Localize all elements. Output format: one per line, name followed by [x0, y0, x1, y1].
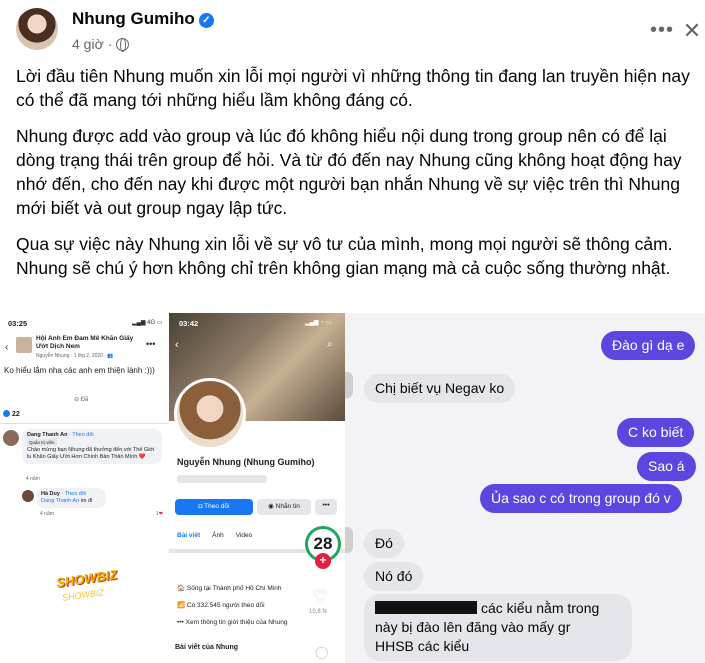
tab-posts: Bài viết	[177, 532, 201, 539]
search-icon: ⌕	[327, 339, 333, 350]
profile-name: Nguyễn Nhung (Nhung Gumiho)	[177, 457, 315, 467]
author-avatar[interactable]	[16, 8, 58, 50]
comment-reaction: 1❤	[156, 511, 163, 517]
post-body: Lời đầu tiên Nhung muốn xin lỗi mọi ngườ…	[16, 64, 692, 292]
reply-text: im đi	[80, 498, 93, 504]
like-icon	[3, 410, 10, 417]
phone-time: 03:42	[179, 319, 199, 328]
back-arrow-icon: ‹	[175, 339, 179, 351]
comment-text: Chào mừng bạn Nhung đã thưởng đến với Th…	[27, 447, 155, 460]
post-paragraph: Nhung được add vào group và lúc đó không…	[16, 126, 682, 218]
close-button[interactable]: ✕	[682, 14, 702, 50]
more-options-button[interactable]: •••	[644, 14, 680, 50]
heart-count: 10,8 N	[309, 609, 327, 615]
info-followers: 📶 Có 332.545 người theo dõi	[177, 602, 265, 609]
mention: Dang Thanh An	[41, 498, 80, 504]
dots-icon: •••	[146, 339, 156, 349]
tab-photos: Ảnh	[212, 532, 224, 539]
phone-status-icons: ▂▄▆ ◔ ▭	[305, 320, 332, 326]
blurred-text	[177, 475, 267, 483]
back-arrow-icon: ‹	[5, 342, 9, 353]
profile-tabs: Bài viết Ảnh Video	[177, 532, 252, 539]
post-paragraph: Qua sự việc này Nhung xin lỗi về sự vô t…	[16, 234, 673, 278]
chat-line: các kiểu nằm trong	[481, 600, 600, 616]
chat-line: này bị đào lên đăng vào mấy gr	[375, 619, 571, 635]
watermark-logo-shadow: SHOWBIZ	[61, 587, 105, 603]
reaction-count: 22	[3, 410, 20, 418]
chat-line: HHSB các kiểu	[375, 638, 470, 654]
chat-message-out: Đào gì dạ e	[601, 331, 696, 360]
chat-message-out: Sao á	[637, 452, 696, 481]
author-name-row: Nhung Gumiho ✓	[72, 9, 214, 29]
profile-picture	[174, 378, 246, 450]
chat-avatar	[345, 372, 353, 398]
group-status-text: Ko hiểu lắm nha các anh em thiện lành :)…	[4, 366, 155, 375]
chat-screenshot: Đào gì dạ e Chị biết vụ Negav ko C ko bi…	[345, 313, 705, 663]
author-name[interactable]: Nhung Gumiho	[72, 9, 195, 28]
divider	[0, 423, 169, 424]
group-post-meta: Nguyễn Nhung · 1 thg 2, 2020 · 👥	[36, 353, 114, 359]
commenter-name: Hà Duy	[41, 491, 60, 497]
chat-message-in: các kiểu nằm trong này bị đào lên đăng v…	[364, 594, 632, 661]
comment-bubble: Dang Thanh An · Theo dõi Quản trị viên C…	[22, 429, 162, 464]
verified-badge-icon: ✓	[198, 13, 214, 28]
comment-time: 4 năm	[26, 476, 40, 482]
follow-link: · Theo dõi	[68, 432, 94, 438]
more-button: •••	[315, 499, 337, 515]
heart-icon: ♡	[313, 589, 328, 606]
post-paragraph: Lời đầu tiên Nhung muốn xin lỗi mọi ngườ…	[16, 66, 690, 110]
edit-label: ⊖ Đã	[74, 397, 89, 403]
redaction-bar	[375, 601, 477, 614]
reaction-number: 22	[11, 411, 20, 418]
info-location: 🏠 Sống tại Thành phố Hồ Chí Minh	[177, 585, 282, 592]
chat-message-in: Đó	[364, 529, 404, 558]
group-thumbnail	[16, 337, 32, 353]
plus-icon: +	[315, 553, 331, 569]
post-image[interactable]: 03:25 ▂▄▆ 4G ▭ ‹ Hội Anh Em Đam Mê Khăn …	[0, 313, 705, 663]
follow-button: ◘ Theo dõi	[175, 499, 253, 515]
commenter-avatar	[3, 430, 19, 446]
globe-icon	[116, 37, 130, 52]
post-meta: 4 giờ ·	[72, 36, 130, 52]
chat-message-in: Nó đó	[364, 562, 424, 591]
chat-message-in: Chị biết vụ Negav ko	[364, 374, 516, 403]
group-post-screenshot: 03:25 ▂▄▆ 4G ▭ ‹ Hội Anh Em Đam Mê Khăn …	[0, 313, 169, 663]
chat-message-out: Ủa sao c có trong group đó v	[480, 484, 682, 513]
reply-time: 4 năm	[40, 511, 54, 517]
follow-link: · Theo dõi	[61, 491, 87, 497]
commenter-name: Dang Thanh An	[27, 432, 68, 438]
posts-heading: Bài viết của Nhung	[175, 644, 239, 651]
info-more: ••• Xem thông tin giới thiệu của Nhung	[177, 619, 288, 626]
reply-bubble: Hà Duy · Theo dõi Dang Thanh An im đi	[36, 488, 106, 508]
phone-status-icons: ▂▄▆ 4G ▭	[132, 320, 163, 326]
post-header: Nhung Gumiho ✓ 4 giờ · ••• ✕	[0, 0, 705, 62]
commenter-avatar	[22, 490, 34, 502]
admin-tag: Quản trị viên	[27, 439, 57, 446]
comment-icon: ◯	[315, 645, 329, 659]
group-name: Hội Anh Em Đam Mê Khăn Giấy Ướt Dịch Nem	[36, 335, 134, 350]
post-time[interactable]: 4 giờ	[72, 36, 104, 52]
watermark-logo: SHOWBIZ	[55, 566, 119, 591]
chat-avatar	[345, 527, 353, 553]
phone-time: 03:25	[8, 319, 28, 328]
meta-separator: ·	[107, 36, 113, 52]
profile-screenshot: 03:42 ▂▄▆ ◔ ▭ ‹ ⌕ Nguyễn Nhung (Nhung Gu…	[169, 313, 345, 663]
message-button: ◉ Nhắn tin	[257, 499, 311, 515]
chat-message-out: C ko biết	[617, 418, 695, 447]
tab-videos: Video	[235, 532, 253, 539]
